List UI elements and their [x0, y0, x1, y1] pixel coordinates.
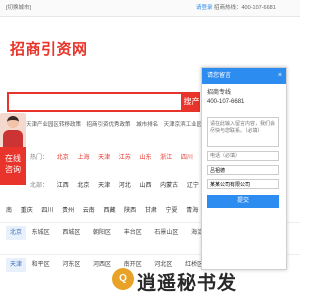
region-link[interactable]: 贵州	[62, 208, 74, 214]
region-link[interactable]: 北京	[57, 155, 69, 161]
close-icon[interactable]: ×	[278, 68, 282, 84]
district-link[interactable]: 河西区	[93, 262, 111, 268]
city-head[interactable]: 北京	[6, 226, 26, 240]
region-link[interactable]: 江西	[57, 183, 69, 189]
tag-link[interactable]: 天津京滨工业园	[164, 122, 203, 128]
phone-field[interactable]	[207, 151, 279, 161]
company-field[interactable]	[207, 179, 279, 189]
region-link[interactable]: 山西	[139, 183, 151, 189]
search-input[interactable]	[7, 92, 183, 112]
region-link[interactable]: 上海	[77, 155, 89, 161]
district-link[interactable]: 东城区	[32, 230, 50, 236]
region-link[interactable]: 河北	[119, 183, 131, 189]
region-row-north: 北部： 江西 北京 天津 河北 山西 内蒙古 辽宁 吉林	[30, 180, 227, 189]
region-link[interactable]: 浙江	[160, 155, 172, 161]
region-link[interactable]: 重庆	[21, 208, 33, 214]
region-link[interactable]: 云南	[83, 208, 95, 214]
district-link[interactable]: 石景山区	[154, 230, 178, 236]
region-link[interactable]: 西藏	[103, 208, 115, 214]
tag-link[interactable]: 招商引资优秀政策	[87, 122, 131, 128]
region-link[interactable]: 辽宁	[187, 183, 199, 189]
online-consult-button[interactable]: 在线咨询	[0, 147, 26, 185]
online-consult-label: 在线咨询	[5, 154, 21, 174]
name-field[interactable]	[207, 165, 279, 175]
hotline-label: 招商专线	[207, 90, 232, 96]
top-bar: [切换城市] 请登录 招商热线：400-107-6681	[0, 0, 300, 17]
hotline-text: 招商热线：400-107-6681	[214, 5, 276, 11]
district-link[interactable]: 和平区	[32, 262, 50, 268]
watermark-logo-icon: Q	[112, 268, 134, 290]
region-link[interactable]: 青海	[186, 208, 198, 214]
region-label: 北部：	[30, 183, 49, 189]
region-link[interactable]: 陕西	[124, 208, 136, 214]
popup-header: 请您留言 ×	[202, 68, 286, 84]
region-link[interactable]: 甘肃	[145, 208, 157, 214]
region-link[interactable]: 四川	[41, 208, 53, 214]
tag-link[interactable]: 天津产业园区转移政策	[26, 122, 81, 128]
district-link[interactable]: 丰台区	[124, 230, 142, 236]
search-button[interactable]: 搜产	[183, 92, 200, 112]
message-textarea[interactable]	[207, 117, 279, 147]
region-label: 热门：	[30, 155, 49, 161]
region-link[interactable]: 宁夏	[166, 208, 178, 214]
region-link[interactable]: 山东	[139, 155, 151, 161]
region-link[interactable]: 四川	[181, 155, 193, 161]
city-head[interactable]: 天津	[6, 258, 26, 272]
service-avatar	[0, 113, 26, 147]
district-link[interactable]: 朝阳区	[93, 230, 111, 236]
message-popup: 请您留言 × 招商专线 400-107-6681 提交	[201, 67, 287, 270]
site-logo[interactable]: 招商引资网	[10, 38, 88, 59]
submit-button[interactable]: 提交	[207, 195, 279, 208]
hot-tags: 天津产业园区转移政策 招商引资优秀政策 城市排名 天津京滨工业园	[26, 120, 206, 128]
popup-hotline: 招商专线 400-107-6681	[202, 84, 286, 107]
district-link[interactable]: 河东区	[62, 262, 80, 268]
hotline-number: 400-107-6681	[207, 99, 245, 105]
region-link[interactable]: 南	[6, 208, 12, 214]
region-link[interactable]: 天津	[98, 155, 110, 161]
tag-link[interactable]: 城市排名	[136, 122, 158, 128]
region-row-hot: 热门： 北京 上海 天津 江苏 山东 浙江 四川 新疆	[30, 152, 221, 161]
region-link[interactable]: 北京	[77, 183, 89, 189]
switch-city-link[interactable]: [切换城市]	[6, 0, 31, 16]
popup-title: 请您留言	[207, 73, 232, 79]
region-link[interactable]: 内蒙古	[160, 183, 178, 189]
login-link[interactable]: 请登录	[196, 0, 213, 16]
region-link[interactable]: 天津	[98, 183, 110, 189]
district-link[interactable]: 西城区	[62, 230, 80, 236]
region-link[interactable]: 江苏	[119, 155, 131, 161]
watermark-text: 逍遥秘书发	[137, 273, 238, 294]
